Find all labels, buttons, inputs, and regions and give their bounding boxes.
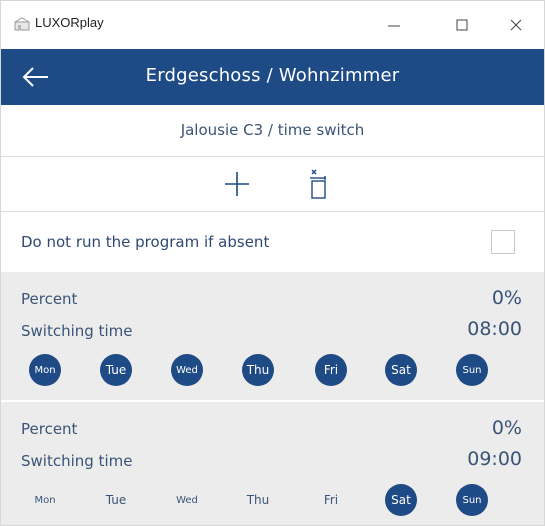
- minimize-icon: [388, 25, 400, 27]
- day-toggle-fri[interactable]: Fri: [315, 484, 347, 516]
- trash-icon[interactable]: [306, 167, 330, 201]
- day-toggle-sat[interactable]: Sat: [385, 354, 417, 386]
- title-bar: LUXORplay: [1, 1, 544, 49]
- minimize-button[interactable]: [379, 11, 409, 39]
- subtitle-bar: Jalousie C3 / time switch: [1, 105, 544, 157]
- day-toggle-mon[interactable]: Mon: [29, 354, 61, 386]
- app-window: LUXORplay Erdgeschoss / Wohnzimmer Jalou…: [0, 0, 545, 526]
- absent-option-row: Do not run the program if absent: [1, 213, 544, 271]
- percent-value: 0%: [491, 287, 522, 309]
- day-toggle-sat[interactable]: Sat: [385, 484, 417, 516]
- switching-time-value: 09:00: [467, 448, 522, 470]
- toolbar: [1, 157, 544, 212]
- percent-value: 0%: [491, 417, 522, 439]
- day-toggle-wed[interactable]: Wed: [171, 354, 203, 386]
- page-title: Erdgeschoss / Wohnzimmer: [145, 65, 400, 86]
- day-toggle-sun[interactable]: Sun: [456, 484, 488, 516]
- program-card[interactable]: Percent 0% Switching time 09:00 Mon Tue …: [1, 402, 544, 525]
- program-card[interactable]: Percent 0% Switching time 08:00 Mon Tue …: [1, 272, 544, 400]
- absent-option-label: Do not run the program if absent: [21, 233, 270, 251]
- plus-icon[interactable]: [222, 169, 252, 199]
- header-bar: Erdgeschoss / Wohnzimmer: [1, 49, 544, 105]
- percent-label: Percent: [21, 290, 78, 308]
- switching-time-value: 08:00: [467, 318, 522, 340]
- maximize-icon: [456, 19, 468, 31]
- switching-time-label: Switching time: [21, 452, 133, 470]
- day-toggle-thu[interactable]: Thu: [242, 484, 274, 516]
- maximize-button[interactable]: [447, 11, 477, 39]
- percent-label: Percent: [21, 420, 78, 438]
- absent-option-checkbox[interactable]: [491, 230, 515, 254]
- day-toggle-thu[interactable]: Thu: [242, 354, 274, 386]
- day-toggle-mon[interactable]: Mon: [29, 484, 61, 516]
- device-subtitle: Jalousie C3 / time switch: [180, 121, 365, 139]
- close-button[interactable]: [501, 11, 531, 39]
- day-toggle-tue[interactable]: Tue: [100, 354, 132, 386]
- switching-time-label: Switching time: [21, 322, 133, 340]
- close-icon: [510, 19, 522, 31]
- app-icon: [14, 17, 30, 31]
- day-toggle-wed[interactable]: Wed: [171, 484, 203, 516]
- day-toggle-sun[interactable]: Sun: [456, 354, 488, 386]
- day-toggle-fri[interactable]: Fri: [315, 354, 347, 386]
- app-title: LUXORplay: [35, 15, 104, 30]
- day-toggle-tue[interactable]: Tue: [100, 484, 132, 516]
